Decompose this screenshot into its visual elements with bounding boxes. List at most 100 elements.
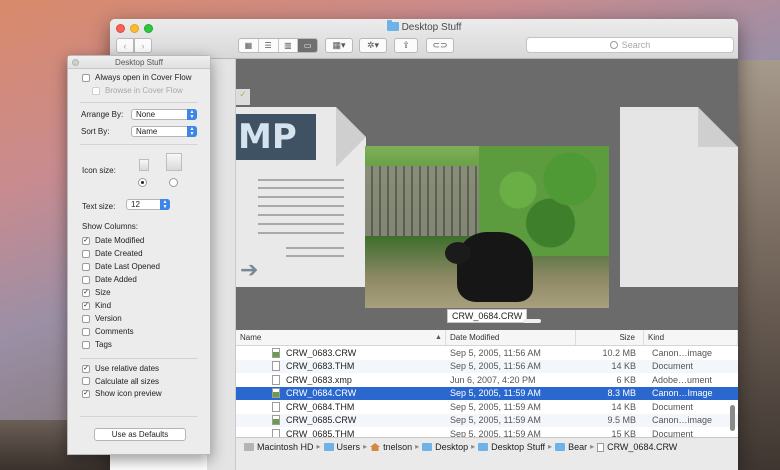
table-row[interactable]: CRW_0683.xmp Jun 6, 2007, 4:20 PM 6 KB Adob… — [236, 373, 738, 387]
path-crumb[interactable]: Macintosh HD — [244, 442, 314, 452]
show-column-checkbox[interactable]: Date Created — [82, 249, 143, 258]
page-fold — [336, 107, 366, 167]
share-icon: ⇪ — [402, 40, 410, 50]
up-down-arrows-icon: ▲ ▼ — [187, 126, 197, 137]
list-header: Name Date Modified Size Kind ▲ — [236, 330, 738, 346]
checkbox-label: Kind — [95, 301, 112, 310]
checkbox-box[interactable]: ✓ — [82, 389, 90, 398]
table-row[interactable]: CRW_0685.CRW Sep 5, 2005, 11:59 AM 9.5 MB C… — [236, 413, 738, 427]
column-header-kind[interactable]: Kind — [644, 330, 738, 345]
preview-line — [258, 205, 344, 207]
vertical-scrollbar[interactable] — [730, 405, 735, 431]
checkbox-box[interactable] — [82, 249, 90, 258]
show-column-checkbox[interactable]: Comments — [82, 327, 134, 336]
divider — [80, 416, 198, 417]
checkbox-label: Use relative dates — [95, 364, 160, 373]
always-open-cover-flow-checkbox[interactable]: Always open in Cover Flow — [82, 73, 191, 82]
option-checkbox[interactable]: Calculate all sizes — [82, 377, 159, 386]
tag-button[interactable]: ⊂⊃ — [426, 38, 454, 53]
show-column-checkbox[interactable]: Tags — [82, 340, 112, 349]
use-as-defaults-button[interactable]: Use as Defaults — [94, 428, 186, 441]
checkbox-label: Always open in Cover Flow — [95, 73, 192, 82]
show-column-checkbox[interactable]: ✓ Size — [82, 288, 111, 297]
share-button[interactable]: ⇪ — [394, 38, 418, 53]
checkbox-label: Date Last Opened — [95, 262, 160, 271]
checkbox-box[interactable]: ✓ — [82, 236, 90, 245]
table-row[interactable]: CRW_0684.THM Sep 5, 2005, 11:59 AM 14 KB Do… — [236, 400, 738, 414]
finder-sidebar — [207, 59, 236, 470]
path-crumb[interactable]: Desktop Stuff — [478, 442, 545, 452]
checkbox-box[interactable]: ✓ — [82, 288, 90, 297]
show-column-checkbox[interactable]: Date Last Opened — [82, 262, 160, 271]
option-checkbox[interactable]: ✓ Use relative dates — [82, 364, 159, 373]
arrange-button[interactable]: ▦▾ — [325, 38, 353, 53]
path-crumb[interactable]: Bear — [555, 442, 587, 452]
preview-line — [258, 196, 344, 198]
search-field[interactable]: Search — [526, 37, 734, 53]
path-crumb-label: Desktop Stuff — [491, 442, 546, 452]
path-crumb[interactable]: Desktop — [422, 442, 468, 452]
checkbox-box[interactable] — [82, 377, 90, 385]
text-size-select[interactable]: 12 ▲ ▼ — [126, 199, 170, 210]
file-rows: CRW_0683.CRW Sep 5, 2005, 11:56 AM 10.2 MB… — [236, 346, 738, 441]
file-name: CRW_0684.THM — [286, 401, 355, 412]
table-row[interactable]: CRW_0684.CRW Sep 5, 2005, 11:59 AM 8.3 MB C… — [236, 386, 738, 400]
back-button[interactable]: ‹ — [116, 38, 134, 53]
checkbox-box[interactable] — [82, 340, 90, 349]
option-checkbox[interactable]: ✓ Show icon preview — [82, 389, 162, 398]
path-crumb[interactable]: Users — [323, 442, 360, 452]
folder-icon — [422, 443, 433, 451]
column-header-date-modified[interactable]: Date Modified — [446, 330, 576, 345]
sort-by-label: Sort By: — [81, 127, 110, 136]
cell-size: 9.5 MB — [607, 415, 636, 426]
column-header-size[interactable]: Size — [576, 330, 644, 345]
checkbox-box[interactable] — [82, 262, 90, 271]
cover-flow-prev-item[interactable]: ✓ MP ➔ — [236, 89, 366, 287]
checkbox-box — [92, 86, 100, 95]
chevron-right-icon: ▸ — [471, 442, 476, 451]
column-header-name[interactable]: Name — [236, 330, 446, 345]
cover-flow-next-item[interactable] — [620, 107, 738, 287]
preview-line — [286, 255, 344, 257]
list-view-button[interactable]: ☰ — [259, 39, 279, 52]
checkbox-box[interactable]: ✓ — [82, 301, 90, 310]
photo-bear — [457, 232, 533, 302]
show-column-checkbox[interactable]: Version — [82, 314, 122, 323]
checkbox-box[interactable]: ✓ — [82, 364, 90, 373]
checkbox-box[interactable] — [82, 73, 90, 82]
checkbox-box[interactable] — [82, 314, 90, 323]
arrange-by-select[interactable]: None ▲ ▼ — [131, 109, 197, 120]
cover-flow-view-button[interactable]: ▭ — [298, 39, 317, 52]
forward-button[interactable]: › — [134, 38, 152, 53]
icon-view-button[interactable]: ▦ — [239, 39, 259, 52]
path-crumb[interactable]: tnelson — [370, 442, 412, 452]
show-column-checkbox[interactable]: ✓ Date Modified — [82, 236, 144, 245]
table-row[interactable]: CRW_0683.THM Sep 5, 2005, 11:56 AM 14 KB Do… — [236, 359, 738, 373]
cover-flow-resize-handle[interactable] — [523, 319, 541, 323]
column-view-button[interactable]: ▥ — [279, 39, 299, 52]
view-mode-group: ▦ ☰ ▥ ▭ — [238, 38, 318, 53]
cover-flow-caption: CRW_0684.CRW — [447, 309, 528, 323]
arrange-by-label: Arrange By: — [81, 110, 124, 119]
table-row[interactable]: CRW_0683.CRW Sep 5, 2005, 11:56 AM 10.2 MB… — [236, 346, 738, 360]
panel-title-bar: Desktop Stuff — [68, 56, 210, 69]
small-icon-radio[interactable] — [138, 178, 147, 187]
text-size-value: 12 — [131, 200, 140, 209]
checkbox-box[interactable] — [82, 275, 90, 284]
show-column-checkbox[interactable]: ✓ Kind — [82, 301, 111, 310]
checkbox-label: Size — [95, 288, 111, 297]
document-file-icon — [272, 401, 280, 412]
up-down-arrows-icon: ▲ ▼ — [160, 199, 170, 210]
photo-bear-head — [445, 242, 471, 264]
checkbox-label: Browse in Cover Flow — [105, 86, 183, 95]
cover-flow-area[interactable]: ✓ MP ➔ CRW_0684.CRW — [236, 59, 738, 330]
large-icon-radio[interactable] — [169, 178, 178, 187]
checkbox-box[interactable] — [82, 327, 90, 336]
sort-by-select[interactable]: Name ▲ ▼ — [131, 126, 197, 137]
action-button[interactable]: ✲▾ — [359, 38, 387, 53]
show-column-checkbox[interactable]: Date Added — [82, 275, 137, 284]
path-crumb[interactable]: CRW_0684.CRW — [597, 442, 677, 452]
cover-flow-current-photo[interactable] — [365, 146, 609, 308]
panel-title: Desktop Stuff — [115, 58, 163, 67]
panel-close-button[interactable] — [72, 59, 79, 66]
